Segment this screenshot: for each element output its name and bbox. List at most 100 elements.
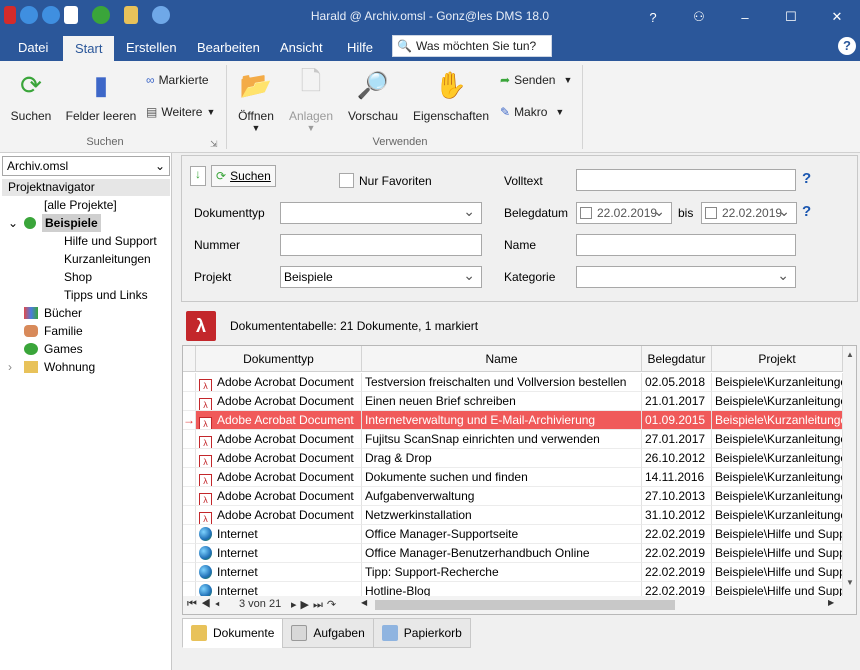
row-indicator[interactable] (183, 563, 196, 582)
search-button[interactable]: ⟳ Suchen (8, 67, 54, 124)
new-document-icon[interactable] (64, 6, 78, 24)
name-input[interactable] (576, 234, 796, 256)
table-row[interactable]: λ Adobe Acrobat Document Aufgabenverwaltun… (183, 487, 843, 506)
column-header-projekt[interactable]: Projekt (712, 346, 843, 372)
tab-ansicht[interactable]: Ansicht (268, 34, 335, 61)
send-button[interactable]: ➦ Senden ▼ (500, 73, 572, 87)
nav-next-last-icons[interactable]: ▸▶⏭↷ (291, 598, 340, 612)
properties-button[interactable]: ✋ Eigenschaften (410, 67, 492, 124)
tab-papierkorb[interactable]: Papierkorb (372, 618, 471, 648)
table-row[interactable]: λ Adobe Acrobat Document Drag & Drop 26.10.… (183, 449, 843, 468)
date-from-picker[interactable]: 22.02.2019 (576, 202, 672, 224)
table-row[interactable]: λ Adobe Acrobat Document Netzwerkinstallat… (183, 506, 843, 525)
tab-start[interactable]: Start (63, 36, 115, 61)
projekt-select[interactable]: Beispiele (280, 266, 482, 288)
back-icon[interactable] (20, 6, 38, 24)
arrow-down-icon[interactable]: ↓ (190, 166, 206, 186)
maximize-button[interactable]: ☐ (768, 0, 814, 34)
tree-item-kurzanleitungen[interactable]: Kurzanleitungen (64, 250, 151, 268)
pin-window-button[interactable]: ⚇ (676, 0, 722, 34)
column-header-dokumenttyp[interactable]: Dokumenttyp (196, 346, 362, 372)
horizontal-scroll-thumb[interactable] (375, 600, 675, 610)
expand-icon[interactable]: › (8, 358, 12, 376)
table-row[interactable]: Internet Tipp: Support-Recherche 22.02.201… (183, 563, 843, 582)
tab-dokumente[interactable]: Dokumente (182, 618, 284, 648)
clear-fields-button[interactable]: ▮ Felder leeren (64, 67, 138, 124)
chevron-down-icon: ▼ (251, 123, 261, 133)
row-indicator[interactable] (183, 525, 196, 544)
folder-icon[interactable] (124, 6, 138, 24)
help-icon[interactable]: ? (802, 203, 811, 220)
tree-item-tipps-und-links[interactable]: Tipps und Links (64, 286, 148, 304)
scroll-up-icon[interactable]: ▲ (846, 350, 854, 359)
scroll-left-icon[interactable]: ◀ (361, 598, 367, 607)
table-row[interactable]: Internet Office Manager-Supportseite 22.02… (183, 525, 843, 544)
help-icon[interactable]: ? (838, 37, 856, 55)
sync-icon[interactable] (92, 6, 110, 24)
kategorie-select[interactable] (576, 266, 796, 288)
favorites-checkbox[interactable] (339, 173, 354, 188)
date-checkbox[interactable] (705, 207, 717, 219)
nummer-input[interactable] (280, 234, 482, 256)
scroll-right-icon[interactable]: ▶ (828, 598, 834, 607)
tell-me-search[interactable]: 🔍 Was möchten Sie tun? (392, 35, 552, 57)
expand-icon[interactable]: ⌄ (8, 214, 18, 232)
archive-select[interactable]: Archiv.omsl ⌄ (2, 156, 170, 176)
table-row[interactable]: → λ Adobe Acrobat Document Internetverwaltu… (183, 411, 843, 430)
scroll-down-icon[interactable]: ▼ (846, 578, 854, 587)
table-row[interactable]: λ Adobe Acrobat Document Testversion freis… (183, 373, 843, 392)
tab-datei[interactable]: Datei (6, 34, 60, 61)
cell-text: Beispiele\Kurzanleitungen (715, 508, 843, 522)
help-window-button[interactable]: ? (630, 0, 676, 34)
tree-item-buecher[interactable]: Bücher (44, 304, 82, 322)
tree-item-beispiele[interactable]: Beispiele (42, 214, 101, 232)
row-indicator[interactable] (183, 544, 196, 563)
filter-search-button[interactable]: ⟳ Suchen (211, 165, 276, 187)
minimize-button[interactable]: – (722, 0, 768, 34)
macro-button[interactable]: ✎ Makro ▼ (500, 105, 564, 119)
row-indicator[interactable] (183, 373, 196, 392)
tree-item-familie[interactable]: Familie (44, 322, 83, 340)
row-indicator[interactable] (183, 487, 196, 506)
row-indicator[interactable] (183, 449, 196, 468)
fulltext-input[interactable] (576, 169, 796, 191)
close-button[interactable]: ✕ (814, 0, 860, 34)
table-row[interactable]: λ Adobe Acrobat Document Dokumente suchen … (183, 468, 843, 487)
ribbon-separator (582, 65, 583, 149)
cell-text: Adobe Acrobat Document (217, 432, 354, 446)
row-indicator[interactable] (183, 392, 196, 411)
tab-erstellen[interactable]: Erstellen (114, 34, 189, 61)
tab-hilfe[interactable]: Hilfe (335, 34, 385, 61)
attachments-button[interactable]: 🗋 Anlagen ▼ (286, 66, 336, 133)
vertical-scrollbar[interactable]: ▲ ▼ (843, 346, 856, 614)
row-indicator[interactable] (183, 506, 196, 525)
help-icon[interactable]: ? (802, 170, 811, 187)
table-row[interactable]: λ Adobe Acrobat Document Fujitsu ScanSnap … (183, 430, 843, 449)
date-to-picker[interactable]: 22.02.2019 (701, 202, 797, 224)
open-button[interactable]: 📂 Öffnen ▼ (234, 67, 278, 134)
tree-item-wohnung[interactable]: Wohnung (44, 358, 95, 376)
tree-item-shop[interactable]: Shop (64, 268, 92, 286)
row-indicator[interactable] (183, 430, 196, 449)
column-header-belegdatum[interactable]: Belegdatur (642, 346, 712, 372)
date-checkbox[interactable] (580, 207, 592, 219)
table-row[interactable]: Internet Office Manager-Benutzerhandbuch … (183, 544, 843, 563)
group-launcher-icon[interactable]: ⇲ (210, 139, 218, 150)
tree-item-games[interactable]: Games (44, 340, 83, 358)
row-indicator[interactable] (183, 468, 196, 487)
more-button[interactable]: ▤ Weitere ▼ (146, 105, 215, 119)
tree-item-alle-projekte[interactable]: [alle Projekte] (44, 196, 117, 214)
app-icon[interactable] (4, 6, 16, 24)
marked-button[interactable]: ∞ Markierte (146, 73, 209, 87)
tab-bearbeiten[interactable]: Bearbeiten (185, 34, 272, 61)
row-indicator[interactable]: → (183, 411, 196, 430)
column-header-name[interactable]: Name (362, 346, 642, 372)
doctype-select[interactable] (280, 202, 482, 224)
tab-aufgaben[interactable]: Aufgaben (282, 618, 374, 648)
preview-button[interactable]: 🔎 Vorschau (346, 67, 400, 124)
nav-first-prev-icons[interactable]: ⏮◀◂ (187, 598, 224, 611)
tree-item-hilfe-und-support[interactable]: Hilfe und Support (64, 232, 157, 250)
globe-icon[interactable] (152, 6, 170, 24)
table-row[interactable]: λ Adobe Acrobat Document Einen neuen Brief… (183, 392, 843, 411)
refresh-icon[interactable] (42, 6, 60, 24)
